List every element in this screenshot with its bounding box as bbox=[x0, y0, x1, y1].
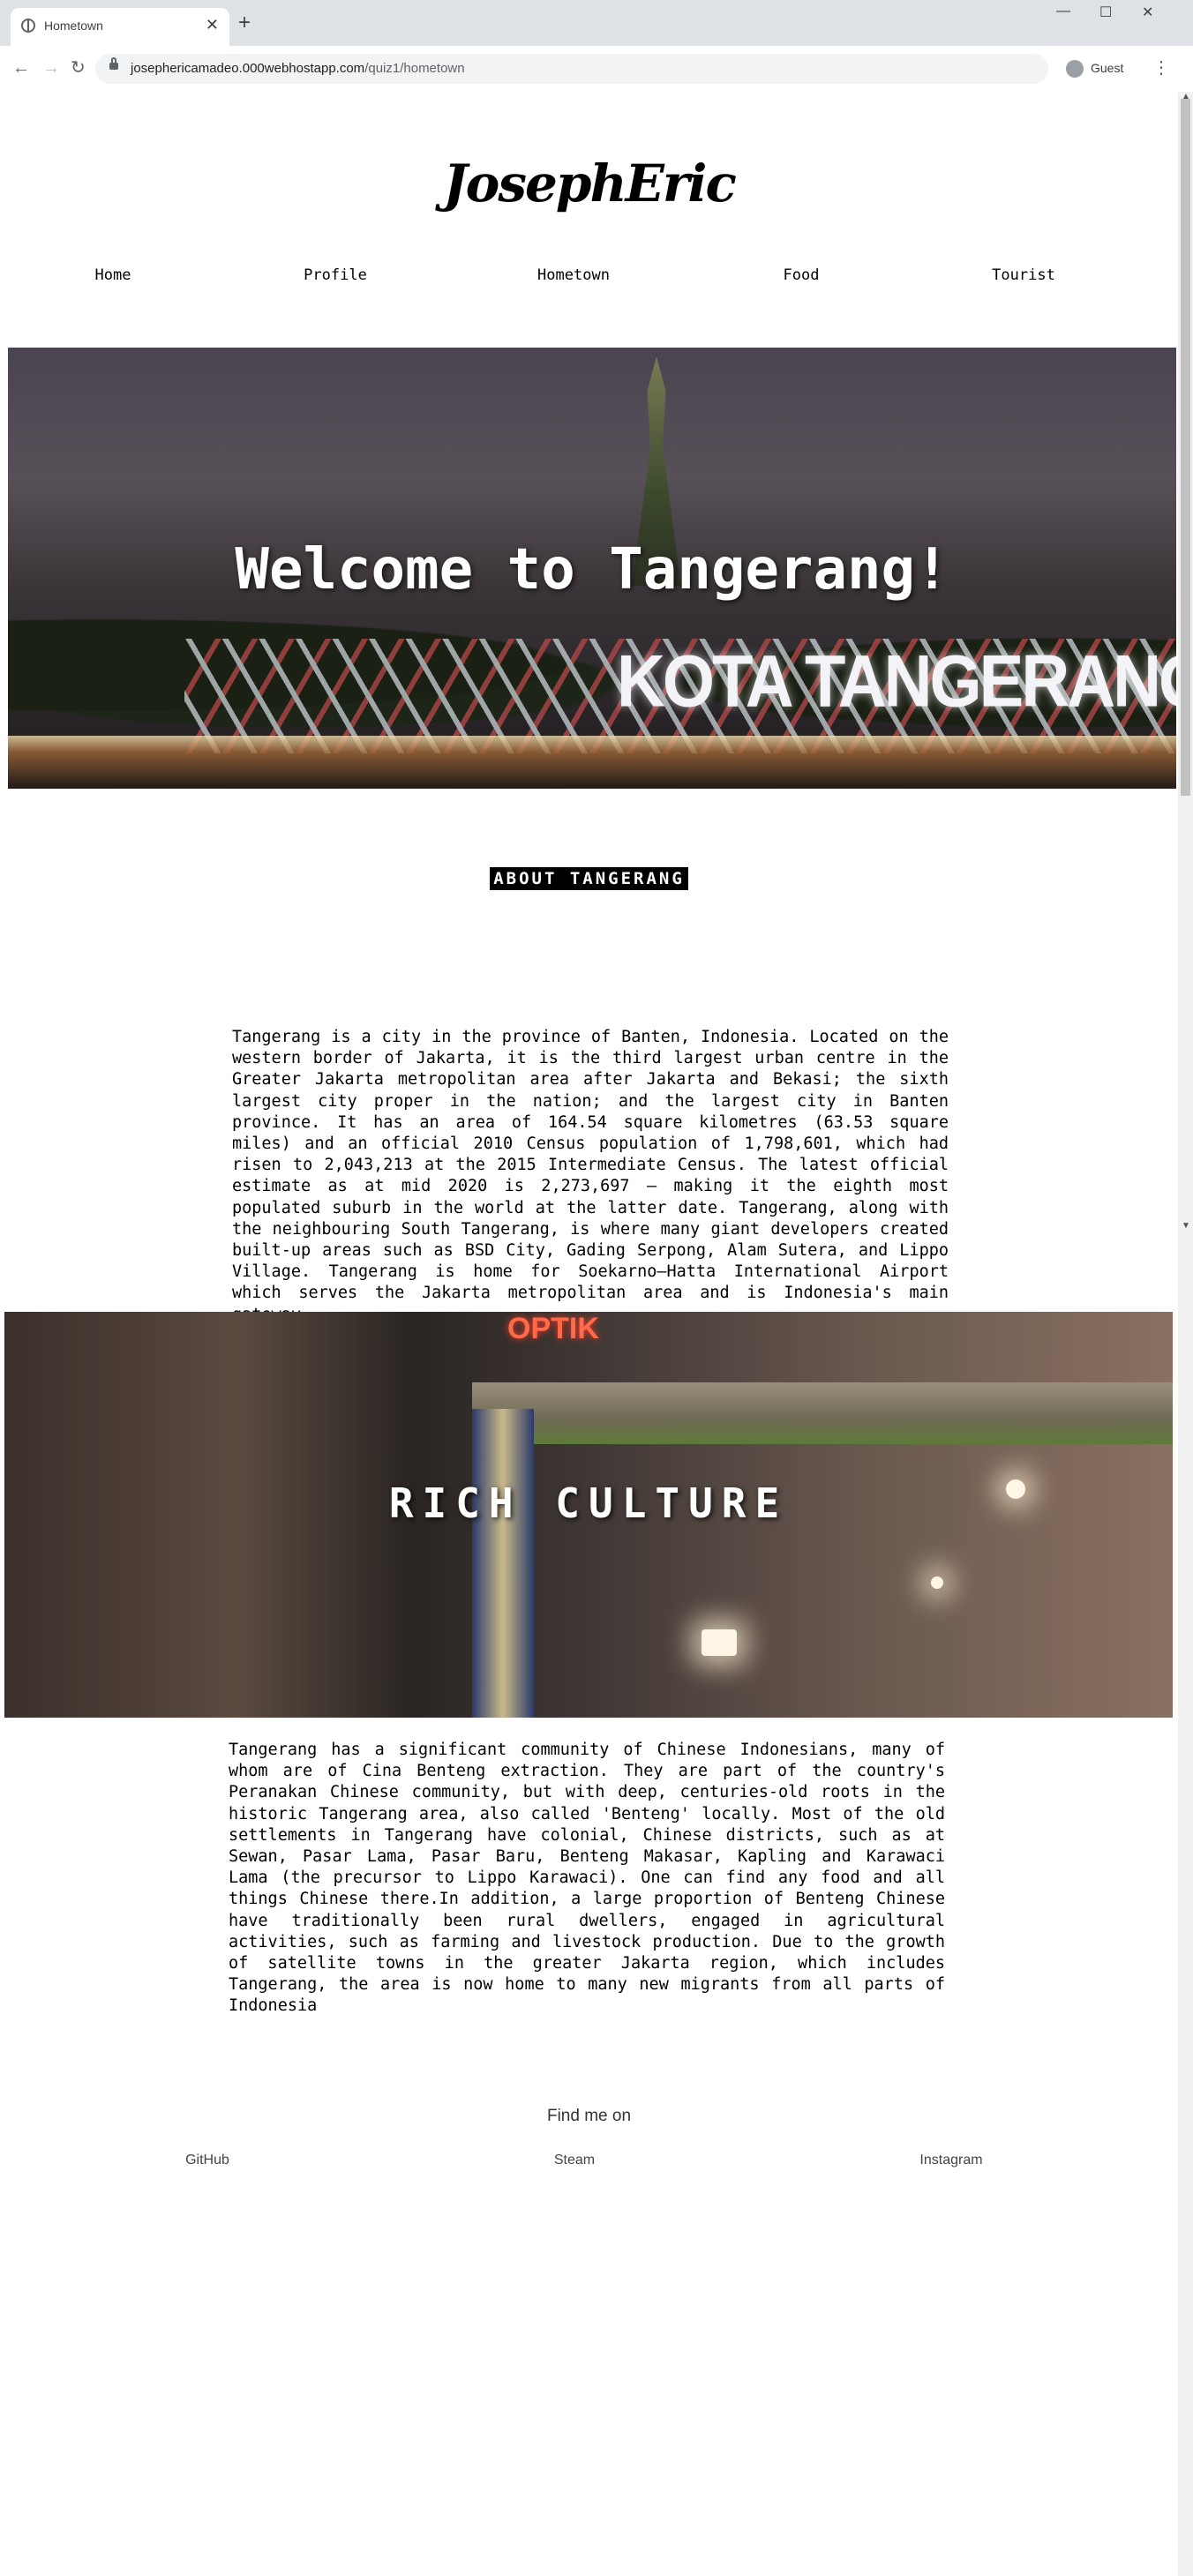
page-scrollbar[interactable]: ▲ ▼ bbox=[1178, 92, 1193, 2576]
main-nav: Home Profile Hometown Food Tourist bbox=[0, 266, 1178, 288]
browser-tab-hometown[interactable]: Hometown ✕ bbox=[11, 8, 229, 46]
culture-banner: OPTIK RICH CULTURE bbox=[4, 1312, 1173, 1718]
hero-headline: Welcome to Tangerang! bbox=[235, 537, 949, 603]
site-logo[interactable]: JosephEric bbox=[0, 154, 1178, 213]
about-section-title: ABOUT TANGERANG bbox=[0, 867, 1178, 890]
footer-link-steam[interactable]: Steam bbox=[554, 2153, 595, 2168]
browser-toolbar: ← → ↻ josephericamadeo.000webhostapp.com… bbox=[0, 46, 1193, 93]
nav-profile[interactable]: Profile bbox=[304, 266, 367, 284]
culture-paragraph: Tangerang has a significant community of… bbox=[229, 1741, 945, 2016]
url-host: josephericamadeo.000webhostapp.com bbox=[131, 61, 365, 76]
about-paragraph: Tangerang is a city in the province of B… bbox=[232, 1028, 949, 1324]
footer-title: Find me on bbox=[546, 2107, 632, 2125]
maximize-icon[interactable]: ☐ bbox=[1099, 4, 1112, 21]
nav-hometown[interactable]: Hometown bbox=[537, 266, 610, 284]
back-arrow-icon[interactable]: ← bbox=[12, 57, 30, 79]
url-text: josephericamadeo.000webhostapp.com/quiz1… bbox=[131, 61, 465, 76]
globe-icon bbox=[21, 19, 35, 33]
footer-link-instagram[interactable]: Instagram bbox=[919, 2153, 982, 2168]
browser-tab-strip: Hometown ✕ + — ☐ ✕ bbox=[0, 0, 1193, 46]
minimize-icon[interactable]: — bbox=[1056, 4, 1070, 19]
address-bar[interactable]: josephericamadeo.000webhostapp.com/quiz1… bbox=[95, 54, 1048, 84]
scrollbar-thumb[interactable] bbox=[1181, 99, 1190, 796]
nav-home[interactable]: Home bbox=[95, 266, 131, 284]
hero-city-sign: KOTA TANGERANG bbox=[617, 640, 1176, 723]
street-lamp bbox=[931, 1576, 943, 1589]
web-page: JosephEric Home Profile Hometown Food To… bbox=[0, 92, 1178, 2576]
hero-banner: KOTA TANGERANG Welcome to Tangerang! bbox=[8, 348, 1176, 789]
menu-kebab-icon[interactable]: ⋮ bbox=[1152, 56, 1170, 79]
hero-road bbox=[8, 736, 1176, 789]
footer-link-github[interactable]: GitHub bbox=[185, 2153, 229, 2168]
reload-icon[interactable]: ↻ bbox=[71, 57, 86, 79]
lock-icon bbox=[109, 57, 118, 70]
scroll-down-arrow-icon[interactable]: ▼ bbox=[1182, 1221, 1190, 1231]
nav-tourist[interactable]: Tourist bbox=[992, 266, 1055, 284]
culture-gate bbox=[472, 1382, 1173, 1444]
culture-pillar bbox=[472, 1409, 534, 1718]
new-tab-button[interactable]: + bbox=[238, 12, 251, 34]
tab-title: Hometown bbox=[44, 19, 103, 33]
culture-headline: RICH CULTURE bbox=[388, 1479, 789, 1527]
about-title-text: ABOUT TANGERANG bbox=[490, 867, 688, 890]
close-tab-icon[interactable]: ✕ bbox=[206, 16, 219, 34]
url-path: /quiz1/hometown bbox=[364, 61, 465, 76]
nav-food[interactable]: Food bbox=[784, 266, 820, 284]
avatar-icon bbox=[1066, 60, 1084, 78]
profile-button[interactable]: Guest bbox=[1059, 54, 1138, 84]
close-window-icon[interactable]: ✕ bbox=[1142, 4, 1153, 21]
forward-arrow-icon[interactable]: → bbox=[42, 57, 60, 79]
profile-label: Guest bbox=[1091, 61, 1124, 75]
culture-neon-sign: OPTIK bbox=[507, 1312, 599, 1345]
gate-light bbox=[702, 1629, 737, 1656]
